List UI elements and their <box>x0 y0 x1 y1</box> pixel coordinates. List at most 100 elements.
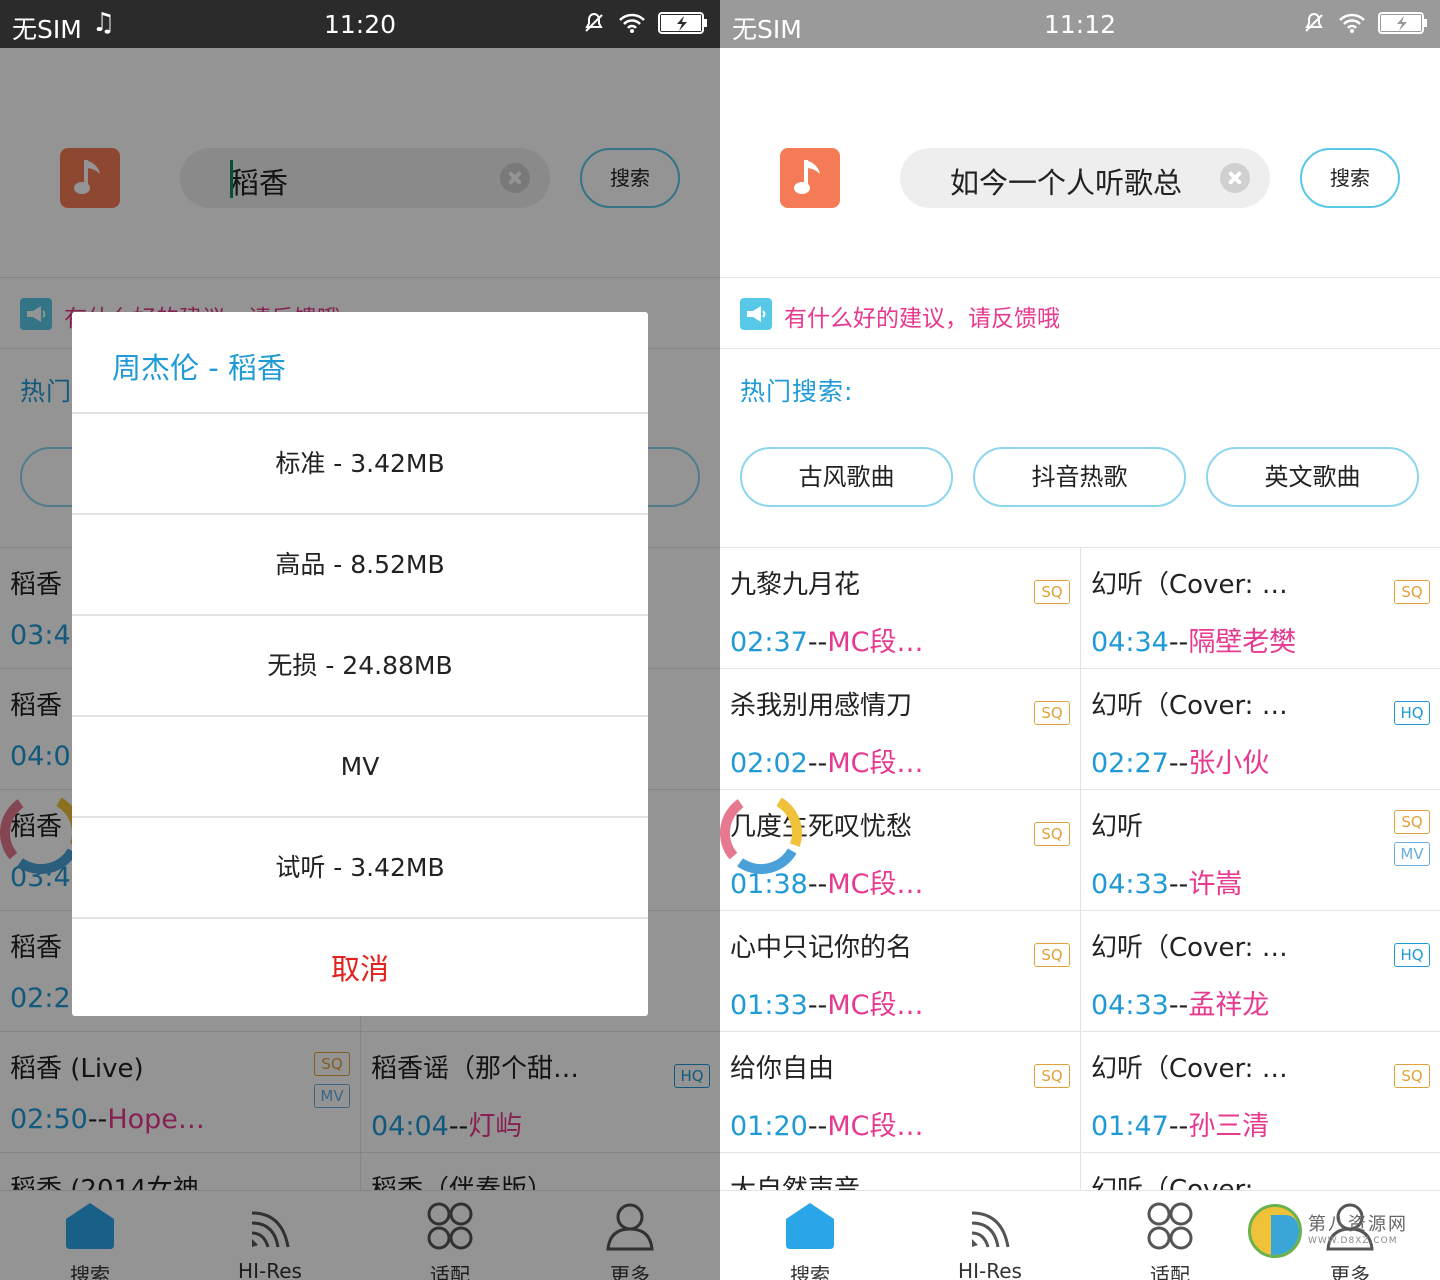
hot-chip-ancient-style[interactable]: 古风歌曲 <box>740 447 953 507</box>
song-artist: MC段… <box>827 990 924 1021</box>
wifi-icon <box>1339 13 1365 33</box>
option-lossless[interactable]: 无损 - 24.88MB <box>72 614 648 715</box>
song-artist: 孟祥龙 <box>1188 990 1270 1021</box>
quality-badge-sq: SQ <box>1394 810 1430 834</box>
song-duration: 04:33 <box>1091 990 1169 1021</box>
song-artist: MC段… <box>827 627 924 658</box>
quality-badge-hq: HQ <box>1394 701 1430 725</box>
tab-home[interactable]: 搜索 <box>720 1191 900 1280</box>
dialog-title: 周杰伦 - 稻香 <box>112 351 286 385</box>
hot-chip-english[interactable]: 英文歌曲 <box>1206 447 1419 507</box>
meta-separator: -- <box>1168 627 1189 658</box>
song-duration: 01:20 <box>730 1111 808 1142</box>
quality-badge-sq: SQ <box>1034 822 1070 846</box>
song-artist: 隔壁老樊 <box>1188 627 1297 658</box>
song-cell[interactable]: 九黎九月花 02:37--MC段… SQ <box>720 548 1080 669</box>
cancel-button[interactable]: 取消 <box>72 917 648 1018</box>
battery-icon <box>658 12 707 34</box>
song-cell[interactable]: 幻听 04:33--许嵩 SQ MV <box>1080 790 1440 911</box>
song-meta: 04:33--孟祥龙 <box>1091 983 1269 1022</box>
watermark-text: 第八资源网 <box>1308 1214 1408 1235</box>
quality-badge-sq: SQ <box>1034 943 1070 967</box>
song-title: 幻听（Cover: … <box>1091 1175 1288 1190</box>
song-meta: 04:33--许嵩 <box>1091 862 1242 901</box>
meta-separator: -- <box>807 748 828 779</box>
option-standard[interactable]: 标准 - 3.42MB <box>72 412 648 513</box>
meta-separator: -- <box>1168 748 1189 779</box>
song-title: 杀我别用感情刀 <box>730 691 913 721</box>
hot-search-chips: 古风歌曲 抖音热歌 英文歌曲 <box>740 447 1420 507</box>
site-watermark: 第八资源网 WWW.D8XZ.COM <box>1248 1200 1428 1260</box>
meta-separator: -- <box>807 869 828 900</box>
song-cell[interactable]: 幻听（Cover: … 02:27--张小伙 HQ <box>1080 669 1440 790</box>
song-title: 给你自由 <box>730 1054 835 1084</box>
meta-separator: -- <box>807 1111 828 1142</box>
battery-icon <box>1378 12 1427 34</box>
search-input[interactable]: 如今一个人听歌总 <box>950 160 1190 196</box>
status-icons <box>1302 11 1428 35</box>
song-title: 幻听（Cover: … <box>1091 1054 1288 1084</box>
clear-icon[interactable] <box>1220 163 1250 193</box>
tab-label: HI-Res <box>958 1259 1022 1280</box>
mute-icon <box>1305 12 1323 32</box>
search-button[interactable]: 搜索 <box>1300 148 1400 208</box>
option-mv[interactable]: MV <box>72 715 648 816</box>
status-bar: 无SIM 11:12 <box>720 0 1440 48</box>
tab-label: 更多 <box>1330 1263 1370 1280</box>
song-duration: 02:02 <box>730 748 808 779</box>
song-artist: MC段… <box>827 1111 924 1142</box>
song-meta: 01:20--MC段… <box>730 1104 923 1143</box>
search-header: 如今一个人听歌总 搜索 <box>720 48 1440 278</box>
wifi-icon <box>619 13 645 33</box>
song-meta: 02:37--MC段… <box>730 620 923 659</box>
quality-badge-sq: SQ <box>1394 580 1430 604</box>
song-cell[interactable]: 幻听（Cover: … 04:33--孟祥龙 HQ <box>1080 911 1440 1032</box>
song-title: 幻听 <box>1091 812 1144 842</box>
song-cell[interactable]: 心中只记你的名 01:33--MC段… SQ <box>720 911 1080 1032</box>
song-meta: 02:27--张小伙 <box>1091 741 1269 780</box>
tab-signal[interactable]: HI-Res <box>900 1191 1080 1280</box>
status-bar: 无SIM ♫ 11:20 <box>0 0 720 48</box>
song-title: 大自然声音 <box>730 1175 861 1190</box>
song-cell[interactable]: 幻听（Cover: … 01:47--孙三清 SQ <box>1080 1032 1440 1153</box>
tab-label: 适配 <box>1150 1263 1190 1280</box>
song-cell[interactable]: 大自然声音 <box>720 1153 1080 1190</box>
floating-loader-icon[interactable] <box>720 788 806 878</box>
song-duration: 01:33 <box>730 990 808 1021</box>
quality-badge-sq: SQ <box>1034 1064 1070 1088</box>
song-duration: 02:27 <box>1091 748 1169 779</box>
song-artist: MC段… <box>827 748 924 779</box>
option-preview[interactable]: 试听 - 3.42MB <box>72 816 648 917</box>
song-cell[interactable]: 幻听（Cover: … <box>1080 1153 1440 1190</box>
song-artist: 许嵩 <box>1188 869 1243 900</box>
song-cell[interactable]: 幻听（Cover: … 04:34--隔壁老樊 SQ <box>1080 548 1440 669</box>
option-high-quality[interactable]: 高品 - 8.52MB <box>72 513 648 614</box>
song-title: 心中只记你的名 <box>730 933 913 963</box>
feedback-notice[interactable]: 有什么好的建议，请反馈哦 <box>720 279 1440 349</box>
song-title: 九黎九月花 <box>730 570 861 600</box>
megaphone-icon <box>740 298 772 330</box>
left-phone-screen: 无SIM ♫ 11:20 稻香 搜索 有什么好的建议，请反馈哦 热门 稻香03:… <box>0 0 720 1280</box>
song-artist: 孙三清 <box>1188 1111 1270 1142</box>
song-cell[interactable]: 杀我别用感情刀 02:02--MC段… SQ <box>720 669 1080 790</box>
song-title: 幻听（Cover: … <box>1091 691 1288 721</box>
quality-badge-mv: MV <box>1394 842 1430 866</box>
meta-separator: -- <box>807 627 828 658</box>
right-phone-screen: 无SIM 11:12 如今一个人听歌总 搜索 有什么好的建议，请反馈哦 热门搜索… <box>720 0 1440 1280</box>
hot-chip-douyin[interactable]: 抖音热歌 <box>973 447 1186 507</box>
meta-separator: -- <box>807 990 828 1021</box>
hot-search-title: 热门搜索: <box>740 377 854 406</box>
watermark-logo-icon <box>1248 1204 1302 1258</box>
mute-icon <box>585 12 603 32</box>
quality-badge-sq: SQ <box>1034 701 1070 725</box>
song-meta: 04:34--隔壁老樊 <box>1091 620 1296 659</box>
search-box[interactable]: 如今一个人听歌总 <box>900 148 1270 208</box>
song-meta: 01:47--孙三清 <box>1091 1104 1269 1143</box>
song-artist: MC段… <box>827 869 924 900</box>
app-logo <box>780 148 840 208</box>
song-cell[interactable]: 给你自由 01:20--MC段… SQ <box>720 1032 1080 1153</box>
song-title: 幻听（Cover: … <box>1091 933 1288 963</box>
tab-grid[interactable]: 适配 <box>1080 1191 1260 1280</box>
meta-separator: -- <box>1168 990 1189 1021</box>
status-icons <box>582 11 708 35</box>
